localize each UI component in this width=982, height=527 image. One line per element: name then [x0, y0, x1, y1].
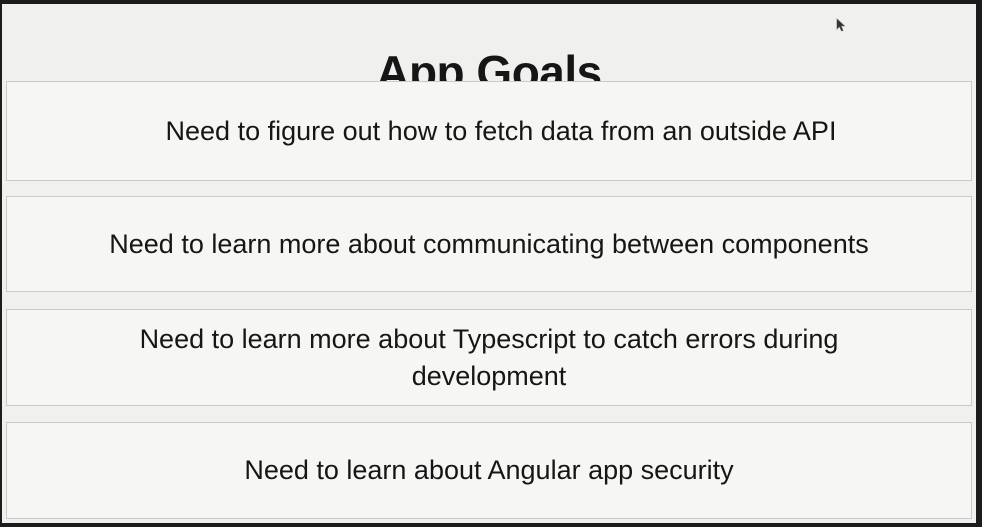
- goal-card[interactable]: Need to figure out how to fetch data fro…: [6, 81, 972, 181]
- goal-card[interactable]: Need to learn more about communicating b…: [6, 196, 972, 292]
- goal-card[interactable]: Need to learn about Angular app security: [6, 422, 972, 519]
- goal-list: Need to figure out how to fetch data fro…: [6, 4, 972, 523]
- goal-text: Need to learn more about Typescript to c…: [139, 323, 839, 391]
- goal-text: Need to figure out how to fetch data fro…: [165, 115, 837, 146]
- goal-text: Need to learn more about communicating b…: [109, 228, 869, 259]
- app-goals-screen: App Goals Need to figure out how to fetc…: [0, 0, 982, 527]
- goal-card[interactable]: Need to learn more about Typescript to c…: [6, 309, 972, 406]
- goal-text: Need to learn about Angular app security: [244, 455, 734, 485]
